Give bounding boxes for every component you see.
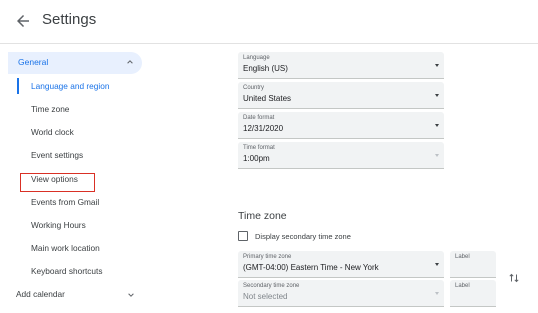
language-select[interactable]: Language English (US) <box>238 52 444 79</box>
primary-time-zone-select[interactable]: Primary time zone (GMT-04:00) Eastern Ti… <box>238 251 444 278</box>
sidebar-item-working-hours[interactable]: Working Hours <box>31 220 86 230</box>
primary-time-zone-label: Primary time zone <box>243 254 292 260</box>
dropdown-caret-icon <box>435 292 439 295</box>
language-select-value: English (US) <box>243 64 288 73</box>
secondary-time-zone-checkbox-label[interactable]: Display secondary time zone <box>255 232 351 241</box>
time-format-select-value: 1:00pm <box>243 154 270 163</box>
arrow-left-icon[interactable] <box>14 12 32 30</box>
app-header: Settings <box>0 0 538 44</box>
swap-vertical-icon[interactable] <box>508 272 520 284</box>
secondary-time-zone-select[interactable]: Secondary time zone Not selected <box>238 280 444 307</box>
settings-main: Language English (US) Country United Sta… <box>150 44 538 313</box>
date-format-select-label: Date format <box>243 115 275 121</box>
dropdown-caret-icon <box>435 154 439 157</box>
dropdown-caret-icon <box>435 94 439 97</box>
sidebar-add-calendar[interactable]: Add calendar <box>16 289 65 299</box>
dropdown-caret-icon <box>435 124 439 127</box>
sidebar-item-keyboard-shortcuts[interactable]: Keyboard shortcuts <box>31 266 102 276</box>
dropdown-caret-icon <box>435 64 439 67</box>
time-zone-section-title: Time zone <box>238 210 287 222</box>
secondary-time-zone-value: Not selected <box>243 292 288 301</box>
country-select-value: United States <box>243 94 292 103</box>
language-select-label: Language <box>243 55 270 61</box>
active-indicator <box>17 78 19 94</box>
dropdown-caret-icon <box>435 263 439 266</box>
sidebar-section-general-label: General <box>18 57 49 67</box>
sidebar-item-main-work-location[interactable]: Main work location <box>31 243 100 253</box>
label-placeholder: Label <box>455 283 470 289</box>
chevron-up-icon <box>127 60 133 64</box>
sidebar-section-general[interactable]: General <box>8 52 142 74</box>
country-select-label: Country <box>243 85 265 91</box>
sidebar-item-time-zone[interactable]: Time zone <box>31 104 69 114</box>
sidebar-item-language-and-region[interactable]: Language and region <box>31 81 109 91</box>
country-select[interactable]: Country United States <box>238 82 444 109</box>
secondary-time-zone-label: Secondary time zone <box>243 283 300 289</box>
time-format-select[interactable]: Time format 1:00pm <box>238 142 444 169</box>
settings-sidebar: General Language and region Time zone Wo… <box>0 44 150 313</box>
primary-time-zone-value: (GMT-04:00) Eastern Time - New York <box>243 263 379 272</box>
date-format-select[interactable]: Date format 12/31/2020 <box>238 112 444 139</box>
highlight-box <box>20 173 95 192</box>
chevron-down-icon[interactable] <box>127 291 135 299</box>
page-title: Settings <box>42 11 97 28</box>
secondary-time-zone-label-input[interactable]: Label <box>450 280 496 307</box>
sidebar-item-events-from-gmail[interactable]: Events from Gmail <box>31 197 99 207</box>
sidebar-item-world-clock[interactable]: World clock <box>31 127 74 137</box>
secondary-time-zone-checkbox[interactable] <box>238 231 248 241</box>
time-format-select-label: Time format <box>243 145 275 151</box>
primary-time-zone-label-input[interactable]: Label <box>450 251 496 278</box>
label-placeholder: Label <box>455 254 470 260</box>
date-format-select-value: 12/31/2020 <box>243 124 284 133</box>
sidebar-item-event-settings[interactable]: Event settings <box>31 150 83 160</box>
